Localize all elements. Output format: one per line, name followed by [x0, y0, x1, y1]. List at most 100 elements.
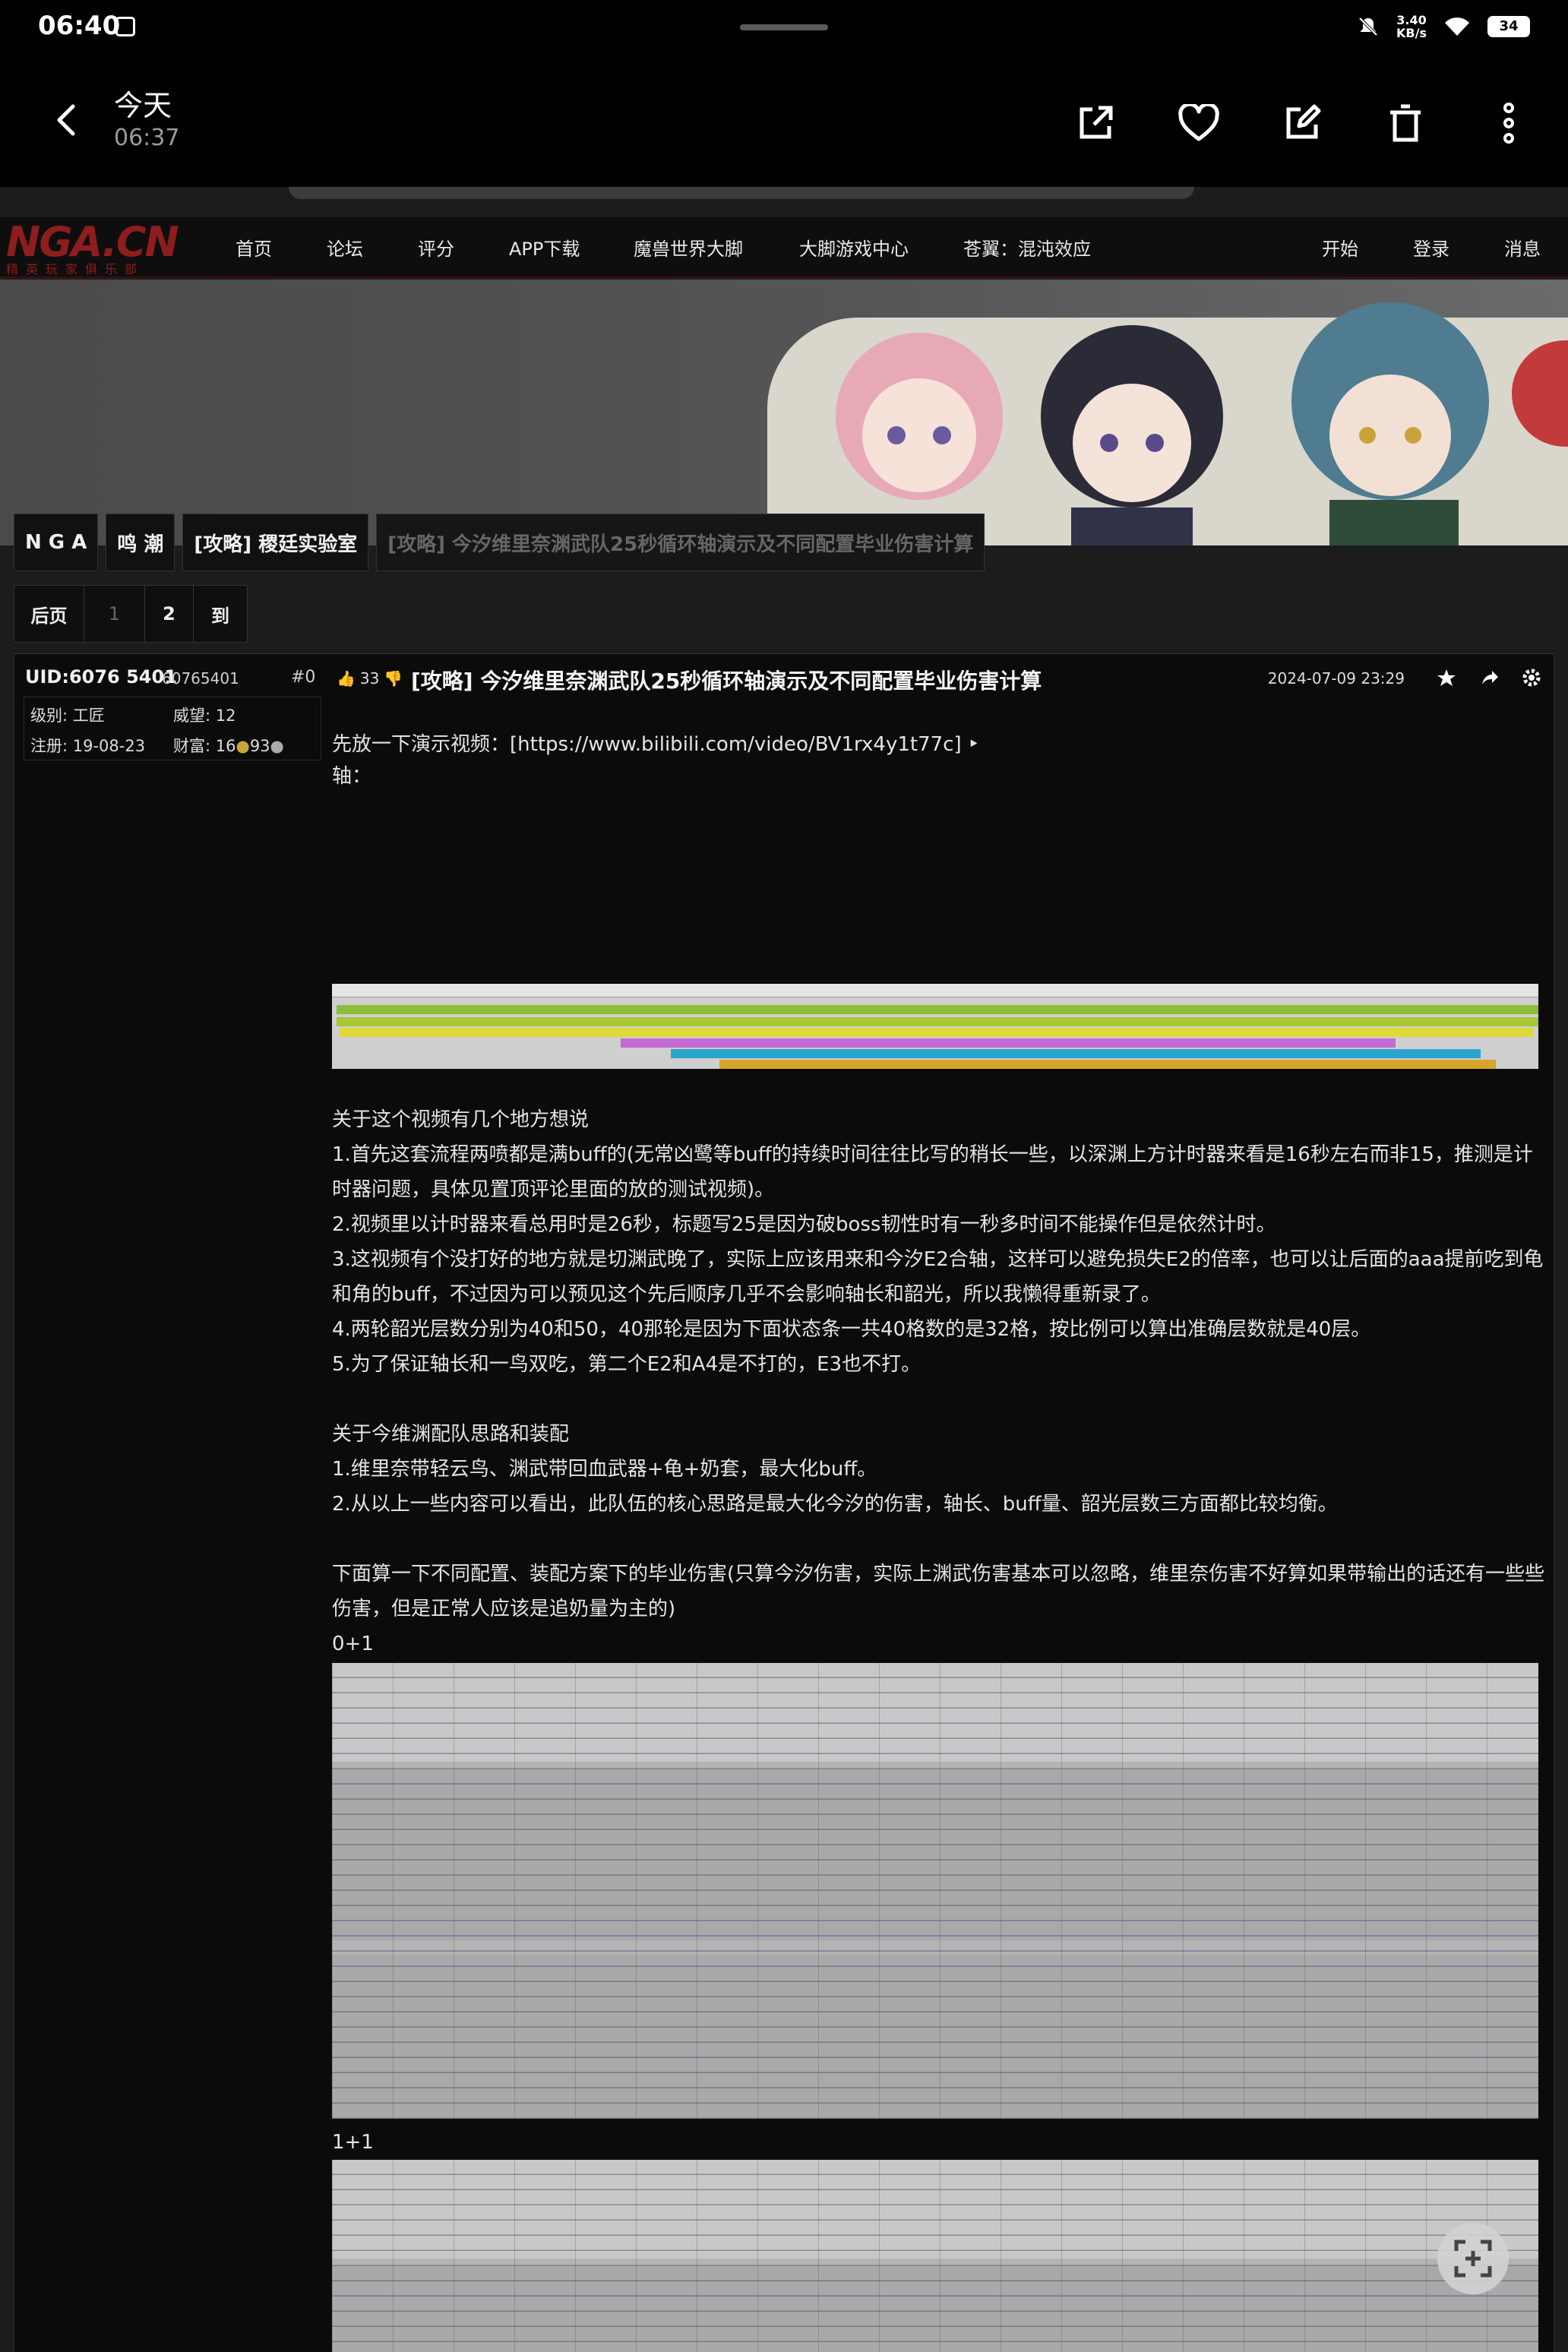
nav-app-download[interactable]: APP下载	[509, 234, 580, 261]
breadcrumb-nga[interactable]: N G A	[14, 514, 99, 571]
network-speed-value: 3.40	[1396, 13, 1427, 27]
breadcrumb-current-thread[interactable]: [攻略] 今汐维里奈渊武队25秒循环轴演示及不同配置毕业伤害计算	[376, 514, 985, 571]
post-container: UID:6076 5401 60765401 #0 级别: 工匠 威望: 12 …	[14, 653, 1554, 2352]
nav-start[interactable]: 开始	[1322, 234, 1358, 261]
pager-prev[interactable]: 后页	[14, 586, 84, 642]
nav-wow-bigfoot[interactable]: 魔兽世界大脚	[634, 234, 743, 261]
post-content: 👍 33 👎 [攻略] 今汐维里奈渊武队25秒循环轴演示及不同配置毕业伤害计算 …	[332, 654, 1555, 2352]
star-icon[interactable]	[1437, 668, 1456, 688]
pager-page-1[interactable]: 1	[84, 586, 145, 642]
toolbar-title: 今天	[114, 89, 172, 122]
pagination: 后页 1 2 到	[14, 585, 248, 643]
web-view[interactable]: NGA.CN 精英玩家俱乐部 首页 论坛 评分 APP下载 魔兽世界大脚 大脚游…	[0, 187, 1568, 2352]
timeline-bar-4	[621, 1038, 1396, 1048]
thought-2: 2.视频里以计时器来看总用时是26秒，标题写25是因为破boss韧性时有一秒多时…	[332, 1213, 1276, 1236]
app-toolbar: 今天 06:37	[0, 67, 1568, 173]
delete-icon	[1390, 104, 1421, 142]
toolbar-actions	[1067, 94, 1538, 152]
timeline-bar-6	[719, 1060, 1496, 1069]
config-label-1-1: 1+1	[332, 2131, 374, 2154]
nav-login[interactable]: 登录	[1413, 234, 1449, 261]
more-icon	[1503, 103, 1514, 144]
web-scroll-indicator	[289, 187, 1194, 199]
more-button[interactable]	[1480, 94, 1538, 152]
breadcrumb-guide-lab[interactable]: [攻略] 稷廷实验室	[182, 514, 369, 571]
logo-text: NGA.CN	[6, 218, 179, 266]
site-logo[interactable]: NGA.CN 精英玩家俱乐部	[6, 222, 204, 277]
calc-intro: 下面算一下不同配置、装配方案下的毕业伤害(只算今汐伤害，实际上渊武伤害基本可以忽…	[332, 1563, 1545, 1620]
sheet-rows-2	[332, 2160, 1538, 2352]
nav-home[interactable]: 首页	[236, 234, 272, 261]
status-icons: 3.40 KB/s 34	[1357, 14, 1530, 40]
edit-icon	[1286, 104, 1321, 139]
open-external-button[interactable]	[1067, 94, 1124, 152]
sheet-rows	[332, 1663, 1538, 2119]
nav-messages[interactable]: 消息	[1504, 234, 1541, 261]
mute-icon	[1358, 17, 1378, 36]
author-wealth-value: 财富: 16	[173, 737, 236, 755]
author-uid[interactable]: UID:6076 5401	[25, 666, 177, 688]
settings-icon[interactable]	[1522, 668, 1541, 688]
config-label-0-1: 0+1	[332, 1633, 374, 1655]
author-level: 级别: 工匠	[30, 707, 105, 725]
team-title: 关于今维渊配队思路和装配	[332, 1423, 570, 1446]
share-icon[interactable]	[1479, 668, 1499, 688]
timeline-bar-5	[671, 1049, 1481, 1058]
author-info: 级别: 工匠 威望: 12 注册: 19-08-23 财富: 16●93●	[24, 697, 321, 760]
delete-button[interactable]	[1377, 94, 1434, 152]
team-note-2: 2.从以上一些内容可以看出，此队伍的核心思路是最大化今汐的伤害，轴长、buff量…	[332, 1493, 1338, 1516]
timeline-bar-1	[337, 1005, 1538, 1014]
nav-forum[interactable]: 论坛	[327, 234, 363, 261]
thought-1: 1.首先这套流程两喷都是满buff的(无常凶鹭等buff的持续时间往往比写的稍长…	[332, 1143, 1533, 1201]
timeline-bar-2	[337, 1017, 1538, 1026]
nav-game-promo[interactable]: 苍翼：混沌效应	[963, 234, 1091, 261]
edit-button[interactable]	[1273, 94, 1331, 152]
thumbs-down-icon[interactable]: 👎	[384, 669, 403, 688]
team-note-1: 1.维里奈带轻云鸟、渊武带回血武器+龟+奶套，最大化buff。	[332, 1458, 877, 1481]
author-wealth: 财富: 16●93●	[173, 734, 284, 757]
nav-rating[interactable]: 评分	[418, 234, 454, 261]
post-actions	[1437, 668, 1541, 688]
pager-go[interactable]: 到	[194, 586, 247, 642]
pager-page-2[interactable]: 2	[145, 586, 194, 642]
back-icon[interactable]	[46, 97, 91, 143]
rotation-timeline-image[interactable]	[332, 984, 1538, 1069]
forum-banner	[0, 280, 1568, 545]
drag-handle[interactable]	[740, 24, 828, 30]
thought-4: 4.两轮韶光层数分别为40和50，40那轮是因为下面状态条一共40格数的是32格…	[332, 1318, 1371, 1341]
author-uid-number: 60765401	[162, 669, 239, 688]
silver-coin-icon: ●	[270, 737, 284, 755]
post-header: 👍 33 👎 [攻略] 今汐维里奈渊武队25秒循环轴演示及不同配置毕业伤害计算 …	[332, 665, 1547, 695]
post-votes: 👍 33 👎	[337, 669, 403, 688]
status-bar: 06:40 3.40 KB/s 34	[0, 0, 1568, 53]
timeline-ruler	[332, 984, 1538, 997]
status-time: 06:40	[38, 11, 121, 41]
author-registered: 注册: 19-08-23	[30, 737, 146, 755]
toolbar-subtitle: 06:37	[114, 125, 180, 151]
thought-5: 5.为了保证轴长和一鸟双吃，第二个E2和A4是不打的，E3也不打。	[332, 1353, 922, 1376]
damage-sheet-0-1-image[interactable]	[332, 1663, 1538, 2119]
author-wealth-extra: 93	[249, 737, 270, 755]
network-speed-unit: KB/s	[1396, 26, 1427, 40]
heart-icon	[1178, 104, 1219, 141]
damage-sheet-1-1-image[interactable]	[332, 2160, 1538, 2352]
gold-coin-icon: ●	[236, 737, 250, 755]
scan-text-icon	[1454, 2240, 1492, 2278]
post-title: [攻略] 今汐维里奈渊武队25秒循环轴演示及不同配置毕业伤害计算	[411, 669, 1042, 694]
post-floor[interactable]: #0	[291, 668, 315, 687]
axis-label: 轴：	[332, 765, 372, 788]
screen-capture-button[interactable]	[1437, 2223, 1509, 2294]
open-external-icon	[1080, 106, 1113, 139]
thoughts-title: 关于这个视频有几个地方想说	[332, 1108, 590, 1131]
banner-characters-image	[836, 302, 1568, 545]
thumbs-up-icon[interactable]: 👍	[337, 669, 356, 688]
nav-game-center[interactable]: 大脚游戏中心	[799, 234, 909, 261]
breadcrumb: N G A 鸣 潮 [攻略] 稷廷实验室 [攻略] 今汐维里奈渊武队25秒循环轴…	[14, 514, 985, 574]
favorite-button[interactable]	[1170, 94, 1228, 152]
breadcrumb-wuthering-waves[interactable]: 鸣 潮	[106, 514, 175, 571]
site-nav: NGA.CN 精英玩家俱乐部 首页 论坛 评分 APP下载 魔兽世界大脚 大脚游…	[0, 217, 1568, 278]
video-line[interactable]: 先放一下演示视频：[https://www.bilibili.com/video…	[332, 727, 1547, 762]
wifi-icon	[1445, 17, 1469, 36]
network-speed: 3.40 KB/s	[1396, 14, 1427, 40]
vote-count: 33	[359, 669, 380, 688]
